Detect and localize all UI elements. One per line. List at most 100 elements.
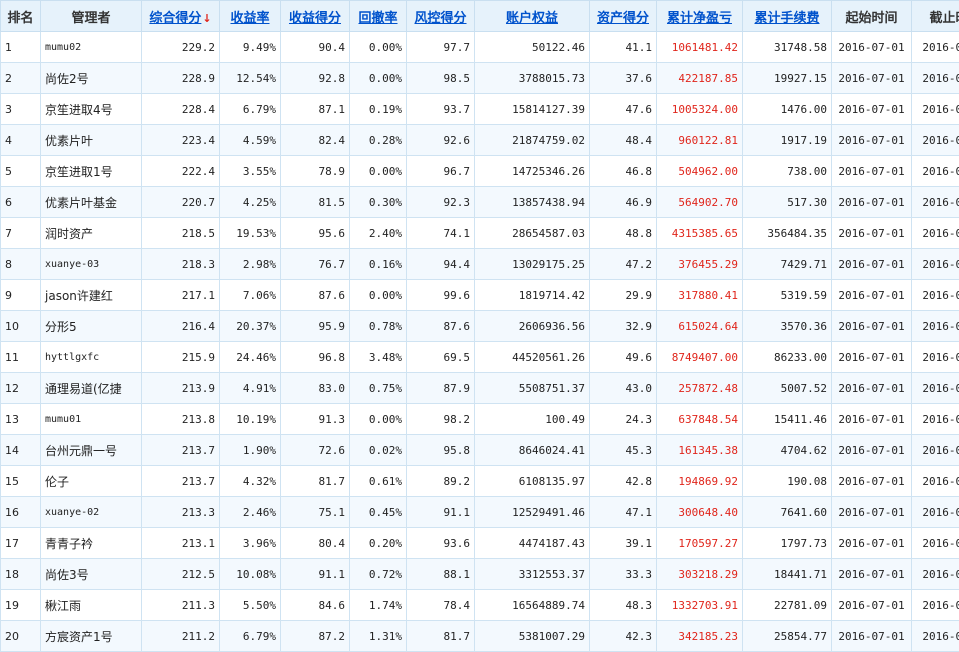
- cell-equity: 28654587.03: [475, 218, 590, 249]
- sort-drawdown[interactable]: 回撤率: [350, 1, 407, 32]
- cell-risk-score: 98.2: [407, 404, 475, 435]
- sort-composite-score-label[interactable]: 综合得分: [149, 11, 201, 26]
- cell-yield-score: 80.4: [281, 528, 350, 559]
- cell-end: 2016-07-08: [912, 621, 959, 652]
- cell-cum-fee: 7429.71: [743, 249, 832, 280]
- cell-drawdown: 0.02%: [350, 435, 407, 466]
- sort-yield-score[interactable]: 收益得分: [281, 1, 350, 32]
- cell-yield: 3.96%: [220, 528, 281, 559]
- cell-cum-fee: 15411.46: [743, 404, 832, 435]
- cell-cum-pnl: 257872.48: [657, 373, 743, 404]
- cell-composite: 229.2: [142, 32, 220, 63]
- cell-equity: 1819714.42: [475, 280, 590, 311]
- cell-end: 2016-07-08: [912, 187, 959, 218]
- cell-cum-fee: 190.08: [743, 466, 832, 497]
- cell-rank: 18: [1, 559, 41, 590]
- cell-cum-fee: 19927.15: [743, 63, 832, 94]
- cell-cum-pnl: 194869.92: [657, 466, 743, 497]
- sort-yield-label[interactable]: 收益率: [230, 11, 269, 26]
- cell-asset-score: 37.6: [590, 63, 657, 94]
- sort-asset-score[interactable]: 资产得分: [590, 1, 657, 32]
- cell-end: 2016-07-08: [912, 125, 959, 156]
- cell-risk-score: 98.5: [407, 63, 475, 94]
- cell-start: 2016-07-01: [832, 342, 912, 373]
- cell-cum-fee: 22781.09: [743, 590, 832, 621]
- cell-end: 2016-07-08: [912, 497, 959, 528]
- cell-yield-score: 87.2: [281, 621, 350, 652]
- cell-composite: 220.7: [142, 187, 220, 218]
- sort-risk-score[interactable]: 风控得分: [407, 1, 475, 32]
- cell-manager: jason许建红: [41, 280, 142, 311]
- cell-risk-score: 93.7: [407, 94, 475, 125]
- cell-asset-score: 24.3: [590, 404, 657, 435]
- cell-yield: 3.55%: [220, 156, 281, 187]
- cell-risk-score: 92.6: [407, 125, 475, 156]
- cell-yield-score: 91.1: [281, 559, 350, 590]
- cell-equity: 16564889.74: [475, 590, 590, 621]
- cell-drawdown: 0.00%: [350, 280, 407, 311]
- sort-asset-score-label[interactable]: 资产得分: [597, 11, 649, 26]
- sort-equity[interactable]: 账户权益: [475, 1, 590, 32]
- cell-cum-fee: 738.00: [743, 156, 832, 187]
- sort-drawdown-label[interactable]: 回撤率: [358, 11, 397, 26]
- cell-yield: 12.54%: [220, 63, 281, 94]
- cell-rank: 20: [1, 621, 41, 652]
- cell-composite: 213.7: [142, 466, 220, 497]
- cell-end: 2016-07-08: [912, 218, 959, 249]
- col-header-rank: 排名: [1, 1, 41, 32]
- cell-yield-score: 90.4: [281, 32, 350, 63]
- table-row: 2尚佐2号228.912.54%92.80.00%98.53788015.733…: [1, 63, 959, 94]
- cell-start: 2016-07-01: [832, 63, 912, 94]
- cell-composite: 213.9: [142, 373, 220, 404]
- cell-yield: 10.08%: [220, 559, 281, 590]
- table-row: 5京笙进取1号222.43.55%78.90.00%96.714725346.2…: [1, 156, 959, 187]
- cell-cum-pnl: 4315385.65: [657, 218, 743, 249]
- cell-asset-score: 48.3: [590, 590, 657, 621]
- cell-composite: 228.4: [142, 94, 220, 125]
- sort-yield[interactable]: 收益率: [220, 1, 281, 32]
- cell-yield-score: 87.6: [281, 280, 350, 311]
- sort-cum-pnl-label[interactable]: 累计净盈亏: [667, 11, 732, 26]
- cell-manager: 通理易道(亿捷: [41, 373, 142, 404]
- cell-asset-score: 49.6: [590, 342, 657, 373]
- sort-yield-score-label[interactable]: 收益得分: [289, 11, 341, 26]
- cell-start: 2016-07-01: [832, 435, 912, 466]
- cell-cum-fee: 25854.77: [743, 621, 832, 652]
- cell-asset-score: 33.3: [590, 559, 657, 590]
- cell-start: 2016-07-01: [832, 373, 912, 404]
- cell-cum-pnl: 1061481.42: [657, 32, 743, 63]
- cell-drawdown: 0.61%: [350, 466, 407, 497]
- sort-cum-fee[interactable]: 累计手续费: [743, 1, 832, 32]
- cell-cum-pnl: 960122.81: [657, 125, 743, 156]
- cell-start: 2016-07-01: [832, 590, 912, 621]
- cell-rank: 15: [1, 466, 41, 497]
- col-header-start: 起始时间: [832, 1, 912, 32]
- cell-cum-pnl: 504962.00: [657, 156, 743, 187]
- cell-yield: 5.50%: [220, 590, 281, 621]
- cell-equity: 13857438.94: [475, 187, 590, 218]
- cell-end: 2016-07-08: [912, 528, 959, 559]
- cell-yield-score: 87.1: [281, 94, 350, 125]
- cell-manager: 京笙进取4号: [41, 94, 142, 125]
- cell-yield-score: 78.9: [281, 156, 350, 187]
- cell-risk-score: 88.1: [407, 559, 475, 590]
- sort-cum-fee-label[interactable]: 累计手续费: [754, 11, 819, 26]
- cell-start: 2016-07-01: [832, 156, 912, 187]
- cell-asset-score: 47.1: [590, 497, 657, 528]
- sort-risk-score-label[interactable]: 风控得分: [414, 11, 466, 26]
- cell-composite: 228.9: [142, 63, 220, 94]
- cell-manager: 京笙进取1号: [41, 156, 142, 187]
- cell-drawdown: 1.31%: [350, 621, 407, 652]
- sort-cum-pnl[interactable]: 累计净盈亏: [657, 1, 743, 32]
- sort-composite-score[interactable]: 综合得分↓: [142, 1, 220, 32]
- table-row: 4优素片叶223.44.59%82.40.28%92.621874759.024…: [1, 125, 959, 156]
- cell-rank: 3: [1, 94, 41, 125]
- cell-drawdown: 1.74%: [350, 590, 407, 621]
- cell-manager: 方宸资产1号: [41, 621, 142, 652]
- cell-cum-pnl: 8749407.00: [657, 342, 743, 373]
- table-row: 15伦子213.74.32%81.70.61%89.26108135.9742.…: [1, 466, 959, 497]
- cell-equity: 5381007.29: [475, 621, 590, 652]
- cell-asset-score: 41.1: [590, 32, 657, 63]
- sort-equity-label[interactable]: 账户权益: [506, 11, 558, 26]
- cell-manager: 青青子衿: [41, 528, 142, 559]
